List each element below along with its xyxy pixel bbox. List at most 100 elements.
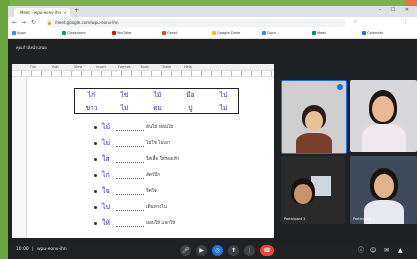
dotted-line (116, 194, 144, 195)
participant-tile-3[interactable]: Participant 3 (281, 156, 345, 224)
vocab-meaning: สัตว์ปีก (146, 173, 161, 178)
table-cell: ไป (219, 91, 228, 99)
consonant-table: ไก่ ไข่ ไม้ มือ ไป ขาว ไม่ ดม ปู ไม่ (74, 88, 239, 114)
vocab-meaning: เดินทางไป (146, 205, 167, 210)
table-cell: ขาว (85, 104, 98, 112)
bullet-icon (94, 142, 97, 145)
captions-button[interactable]: ◎ (212, 245, 223, 256)
info-icon[interactable]: ⓘ (358, 247, 364, 254)
document-menu-item[interactable]: View (74, 64, 82, 70)
vocab-word: ให้ (102, 219, 111, 227)
speaking-indicator-icon (337, 84, 343, 90)
bookmark-favicon-icon (12, 31, 16, 35)
more-icon: ⋮ (246, 247, 253, 254)
participant-face (305, 111, 323, 131)
activities-icon[interactable]: ▲ (398, 247, 403, 254)
table-cell: มือ (186, 91, 195, 99)
browser-tab[interactable]: Meet - wpu-eonv-ihn × (14, 8, 70, 17)
bookmark-label: Meet (317, 31, 326, 35)
vocab-item: ใส่ ใส่เสื้อ ใส่รองเท้า (94, 154, 214, 165)
people-icon[interactable]: ☺ (370, 247, 376, 254)
vocab-meaning: ไม่ใช่ ไม่เอา (146, 141, 171, 146)
star-icon[interactable]: ☆ (353, 19, 357, 25)
vocab-meaning: จิตใจ (146, 189, 157, 194)
captions-icon: ◎ (214, 247, 221, 254)
participant-face (374, 174, 394, 198)
new-tab-button[interactable]: + (74, 7, 79, 14)
more-options-button[interactable]: ⋮ (244, 245, 255, 256)
bookmark-item[interactable]: Calendar (362, 30, 383, 37)
document-menu-bar: File Edit View Insert Format Tools Table Help (12, 64, 274, 71)
close-tab-icon[interactable]: × (64, 8, 67, 17)
bookmark-label: Google Drive (217, 31, 241, 35)
camera-icon: ▶ (199, 247, 204, 254)
table-row: ไก่ ไข่ ไม้ มือ ไป (75, 89, 238, 102)
reload-icon[interactable]: ↻ (31, 19, 36, 27)
bookmark-label: Calendar (367, 31, 384, 35)
dotted-line (116, 130, 144, 131)
back-icon[interactable]: ← (12, 19, 17, 27)
bookmark-item[interactable]: Classroom (62, 30, 86, 37)
meeting-time: 10:00 (16, 247, 29, 252)
meeting-code: wpu-eonv-ihn (36, 247, 67, 252)
present-button[interactable]: ⬆ (228, 245, 239, 256)
ruler (12, 71, 274, 77)
vocab-word: ไม้ (102, 123, 111, 131)
browser-toolbar: ← → ↻ 🔒 meet.google.com/wpu-eonv-ihn ☆ ⋮ (8, 17, 417, 29)
document-menu-item[interactable]: Table (162, 64, 171, 70)
bookmark-favicon-icon (112, 31, 116, 35)
window-controls[interactable]: – ☐ ✕ (379, 7, 413, 13)
table-cell: ไม้ (153, 91, 162, 99)
bookmark-favicon-icon (162, 31, 166, 35)
document-menu-item[interactable]: Insert (96, 64, 106, 70)
forward-icon[interactable]: → (21, 19, 26, 27)
bookmark-item[interactable]: Google Drive (212, 30, 240, 37)
document-menu-item[interactable]: Help (184, 64, 192, 70)
bookmark-item[interactable]: Meet (312, 30, 326, 37)
table-cell: ไก่ (87, 91, 96, 99)
vocab-item: ไม้ ต้นไม้ ท่อนไม้ (94, 122, 214, 133)
lock-icon: 🔒 (47, 20, 52, 25)
bookmark-item[interactable]: Docs (262, 30, 276, 37)
dotted-line (116, 226, 144, 227)
meeting-time-and-code: 10:00 | wpu-eonv-ihn (16, 247, 67, 252)
participant-tile-2[interactable] (350, 80, 417, 152)
end-call-button[interactable]: ☎ (260, 245, 274, 256)
mic-button[interactable]: 🎤︎ (180, 245, 191, 256)
bookmark-item[interactable]: Gmail (162, 30, 178, 37)
address-bar[interactable]: 🔒 meet.google.com/wpu-eonv-ihn (46, 19, 346, 27)
tab-title: Meet - wpu-eonv-ihn (20, 10, 62, 15)
present-icon: ⬆ (230, 247, 237, 254)
vocab-item: ไป เดินทางไป (94, 202, 214, 213)
bullet-icon (94, 158, 97, 161)
chat-icon[interactable]: ✉ (384, 247, 389, 254)
camera-button[interactable]: ▶ (196, 245, 207, 256)
document-menu-item[interactable]: Format (118, 64, 130, 70)
document-menu-item[interactable]: Tools (140, 64, 149, 70)
menu-icon[interactable]: ⋮ (403, 19, 408, 25)
table-cell: ไม่ (120, 104, 129, 112)
table-cell: ดม (153, 104, 162, 112)
vocab-word: ไม่ (102, 139, 111, 147)
participant-tile-4[interactable]: Participant 4 (350, 156, 417, 224)
document-menu-item[interactable]: File (30, 64, 36, 70)
monitor-screen: Meet - wpu-eonv-ihn × + – ☐ ✕ ← → ↻ 🔒 me… (8, 6, 417, 259)
vocab-word: ไก่ (102, 171, 110, 179)
end-call-icon: ☎ (263, 247, 271, 254)
participant-face (294, 184, 312, 204)
mic-icon: 🎤︎ (181, 247, 190, 254)
vocab-item: ใจ จิตใจ (94, 186, 214, 197)
participant-body (362, 124, 406, 152)
vocab-word: ไป (102, 203, 110, 211)
document-menu-item[interactable]: Edit (52, 64, 59, 70)
dotted-line (116, 178, 144, 179)
bullet-icon (94, 222, 97, 225)
bullet-icon (94, 190, 97, 193)
participant-tile-1[interactable] (281, 80, 347, 154)
table-row: ขาว ไม่ ดม ปู ไม่ (75, 102, 238, 115)
vocab-item: ให้ มอบให้ แจกให้ (94, 218, 214, 229)
bullet-icon (94, 126, 97, 129)
bookmark-item[interactable]: Apps (12, 30, 26, 37)
bookmark-item[interactable]: YouTube (112, 30, 132, 37)
participant-body (296, 133, 332, 153)
